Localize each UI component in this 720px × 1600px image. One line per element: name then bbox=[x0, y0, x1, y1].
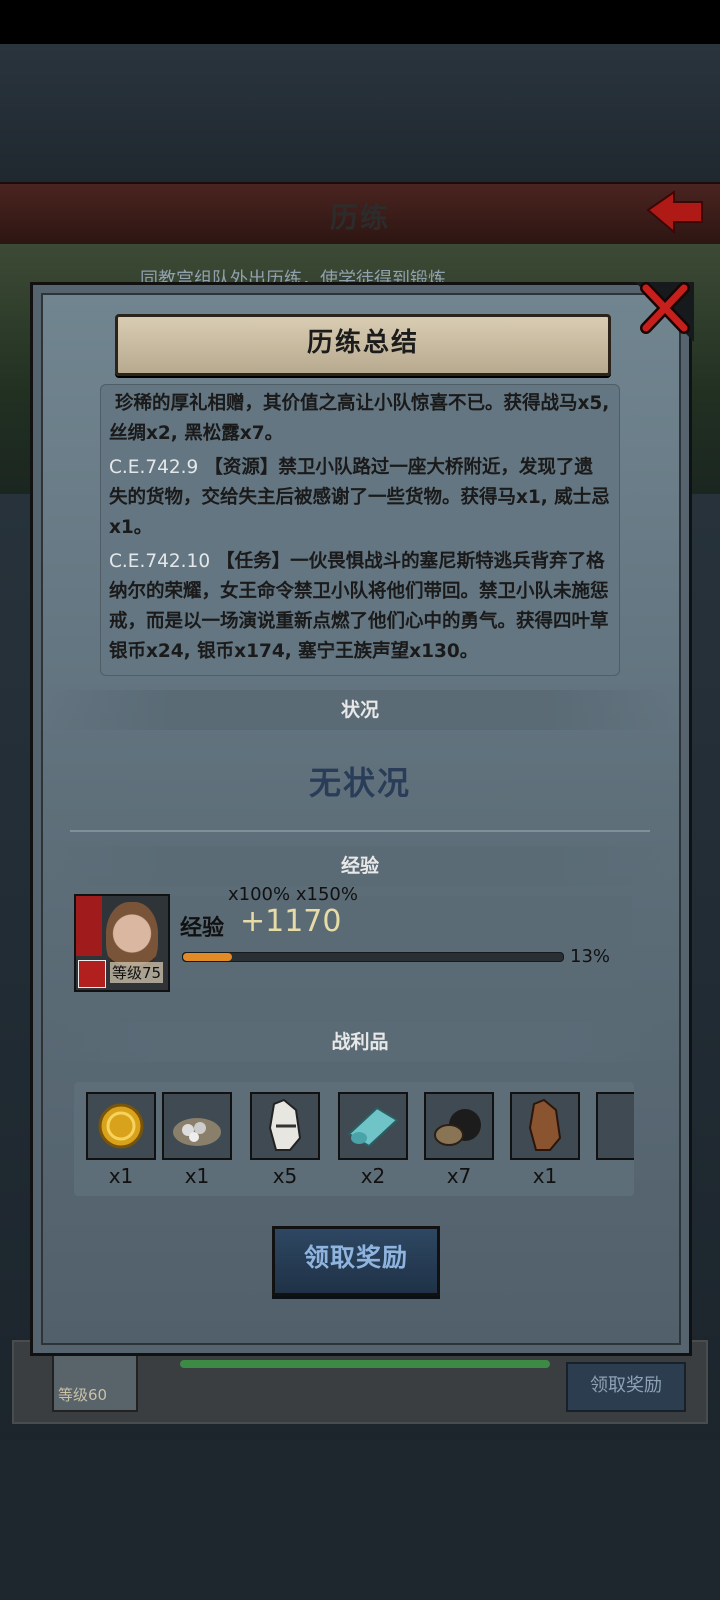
loot-quantity: x1 bbox=[108, 1164, 134, 1188]
ore-sack-icon bbox=[162, 1092, 232, 1160]
exp-progress-bar bbox=[182, 952, 564, 962]
background-top bbox=[0, 44, 720, 184]
loot-quantity: x2 bbox=[360, 1164, 386, 1188]
loot-panel[interactable]: x1 x1 x5 x2 x7 x1 bbox=[74, 1082, 634, 1196]
loot-quantity: x1 bbox=[532, 1164, 558, 1188]
exp-label: 经验 bbox=[180, 916, 225, 941]
title-bar: 历练 bbox=[0, 182, 720, 248]
loot-quantity: x7 bbox=[446, 1164, 472, 1188]
log-box[interactable]: 珍稀的厚礼相赠，其价值之高让小队惊喜不已。获得战马x5, 丝绸x2, 黑松露x7… bbox=[100, 384, 620, 676]
hero-level: 等级75 bbox=[110, 962, 164, 983]
screen-title: 历练 bbox=[329, 201, 390, 234]
status-header: 状况 bbox=[44, 690, 676, 730]
background-level-label: 等级60 bbox=[58, 1386, 108, 1404]
loot-item-partial[interactable] bbox=[596, 1092, 634, 1160]
log-text: 珍稀的厚礼相赠，其价值之高让小队惊喜不已。获得战马x5, 丝绸x2, 黑松露x7… bbox=[109, 393, 610, 444]
dialog-title-banner: 历练总结 bbox=[115, 314, 611, 376]
truffle-icon bbox=[424, 1092, 494, 1160]
loot-quantity: x5 bbox=[272, 1164, 298, 1188]
loot-header: 战利品 bbox=[44, 1022, 676, 1062]
exp-progress-fill bbox=[183, 953, 233, 961]
silk-icon bbox=[338, 1092, 408, 1160]
loot-item[interactable]: x7 bbox=[424, 1092, 496, 1188]
exp-multipliers: x100% x150% bbox=[228, 884, 358, 905]
section-divider bbox=[70, 830, 650, 832]
status-value: 无状况 bbox=[308, 764, 411, 802]
loot-item[interactable]: x2 bbox=[338, 1092, 410, 1188]
claim-reward-button[interactable]: 领取奖励 bbox=[272, 1226, 440, 1296]
loot-item[interactable]: x1 bbox=[86, 1092, 158, 1188]
close-icon[interactable] bbox=[640, 282, 690, 334]
dialog-title: 历练总结 bbox=[306, 328, 419, 358]
horse-icon bbox=[510, 1092, 580, 1160]
background-claim-button[interactable]: 领取奖励 bbox=[566, 1362, 686, 1412]
class-badge-icon bbox=[78, 960, 106, 988]
loot-quantity: x1 bbox=[184, 1164, 210, 1188]
log-entry: C.E.742.10 【任务】一伙畏惧战斗的塞尼斯特逃兵背弃了格纳尔的荣耀，女王命… bbox=[109, 547, 611, 667]
status-bar bbox=[0, 0, 720, 44]
exp-header: 经验 bbox=[44, 846, 676, 886]
exp-value: +1170 bbox=[240, 904, 342, 939]
loot-item[interactable]: x1 bbox=[162, 1092, 234, 1188]
back-arrow-icon[interactable] bbox=[644, 188, 706, 236]
loot-item[interactable]: x1 bbox=[510, 1092, 582, 1188]
partial-loot-icon bbox=[596, 1092, 634, 1160]
warhorse-icon bbox=[250, 1092, 320, 1160]
exp-percent: 13% bbox=[570, 946, 611, 967]
banner-flag-icon bbox=[76, 896, 102, 956]
gold-coin-icon bbox=[86, 1092, 156, 1160]
log-date: C.E.742.10 bbox=[109, 551, 211, 572]
hero-portrait: 等级75 bbox=[74, 894, 170, 992]
background-progress-bar bbox=[180, 1360, 550, 1368]
log-date: C.E.742.9 bbox=[109, 457, 199, 478]
log-entry: C.E.742.9 【资源】禁卫小队路过一座大桥附近，发现了遗失的货物，交给失主后… bbox=[109, 453, 611, 543]
background-bottom bbox=[0, 1440, 720, 1600]
log-entry: 珍稀的厚礼相赠，其价值之高让小队惊喜不已。获得战马x5, 丝绸x2, 黑松露x7… bbox=[109, 389, 611, 449]
claim-reward-label: 领取奖励 bbox=[303, 1243, 408, 1272]
loot-item[interactable]: x5 bbox=[250, 1092, 322, 1188]
